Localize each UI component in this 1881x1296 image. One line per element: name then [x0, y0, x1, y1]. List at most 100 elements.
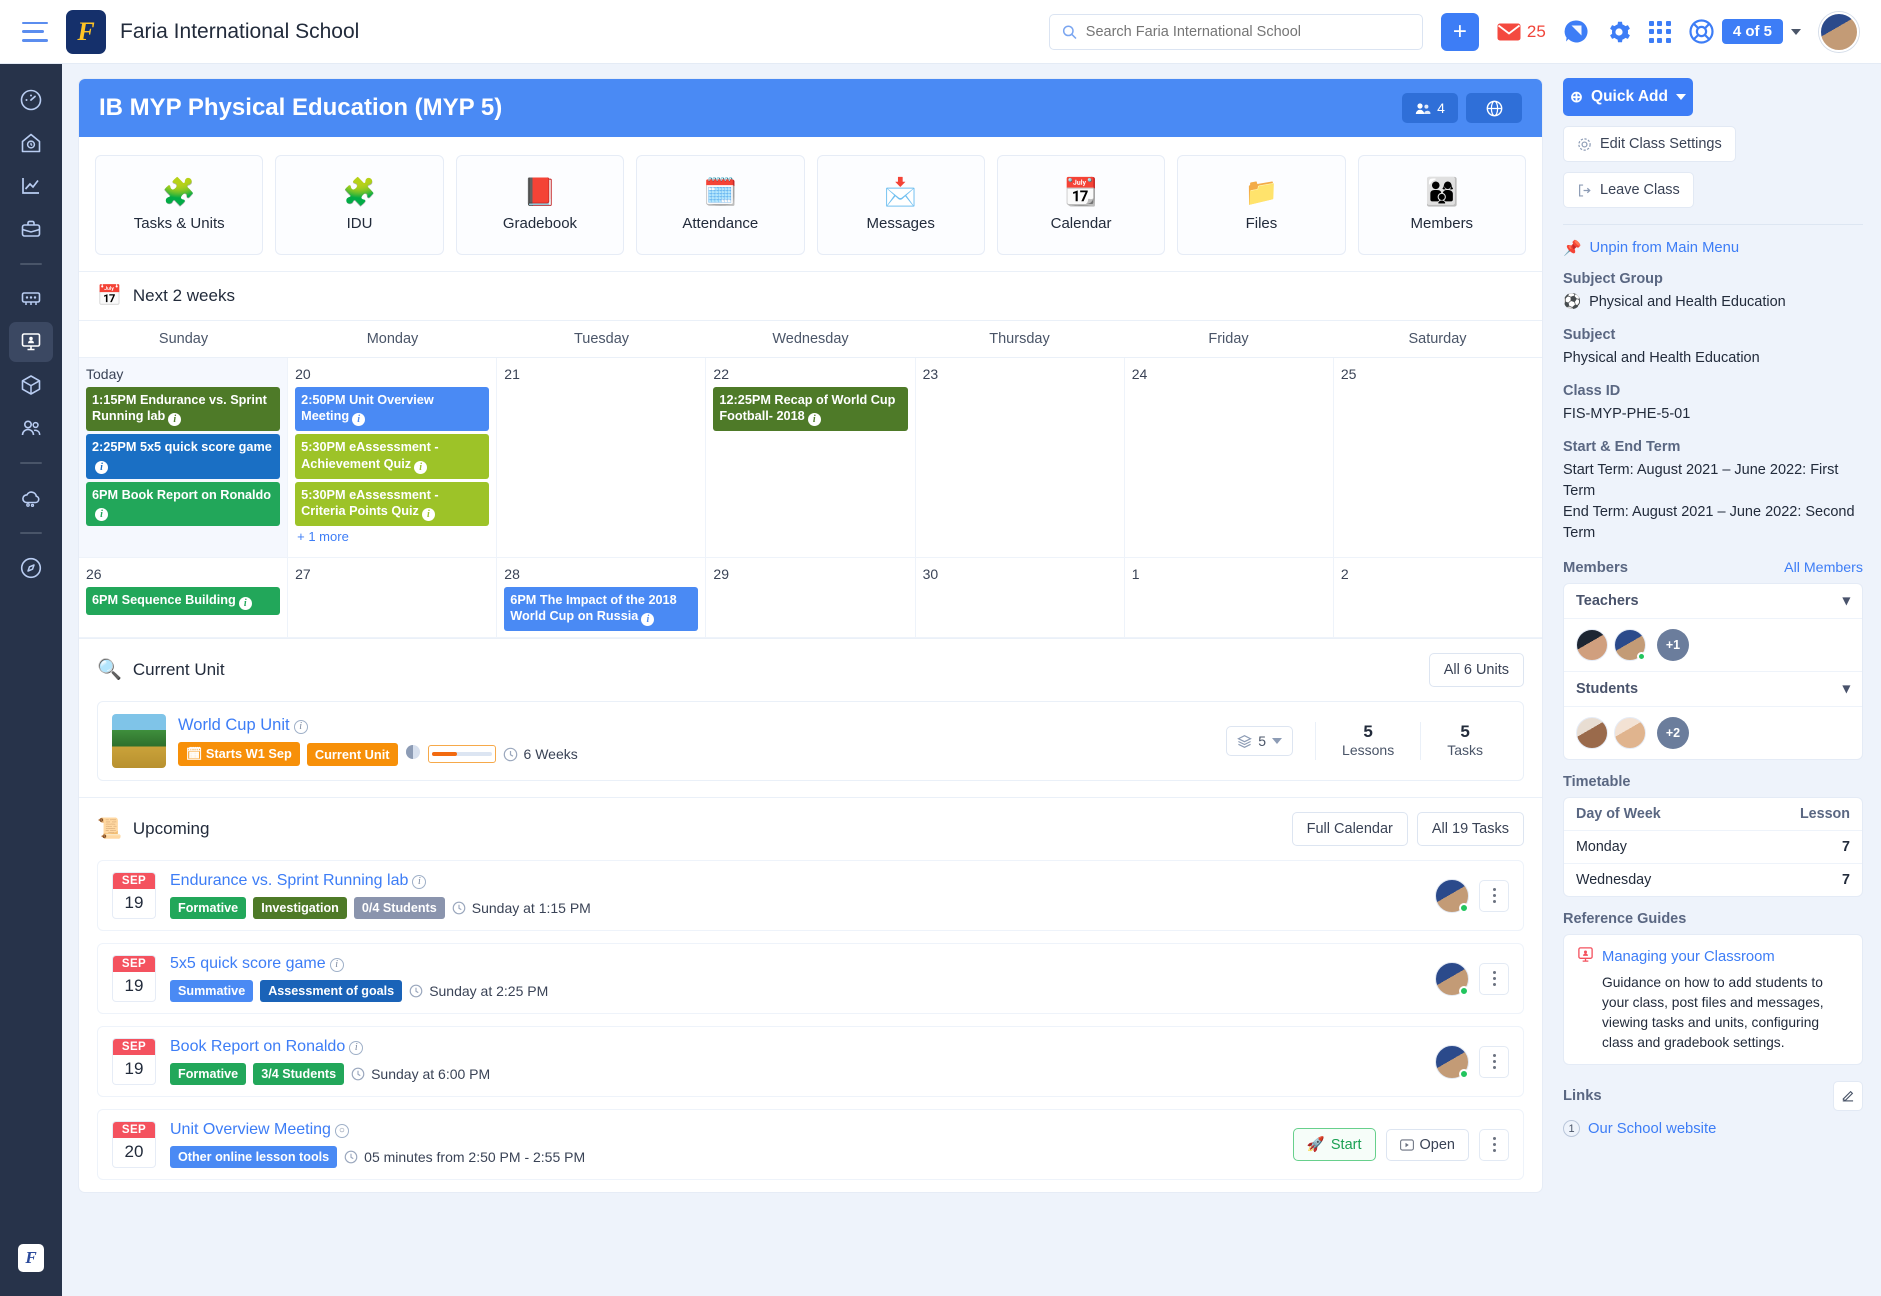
school-website-link[interactable]: 1 Our School website [1563, 1120, 1863, 1138]
search-input[interactable] [1085, 23, 1410, 40]
upcoming-task-row[interactable]: SEP 20 Unit Overview Meeting ○ Other online … [97, 1109, 1524, 1180]
full-calendar-button[interactable]: Full Calendar [1291, 812, 1408, 846]
apps-grid-icon[interactable] [1648, 20, 1671, 43]
upcoming-task-row[interactable]: SEP 19 Book Report on Ronaldo i Formative 3/4… [97, 1026, 1524, 1097]
calendar-day-cell[interactable]: 20 2:50PM Unit Overview Meeting i 5:30PM eA… [288, 358, 498, 558]
chat-button[interactable] [1564, 19, 1589, 44]
all-tasks-button[interactable]: All 19 Tasks [1416, 812, 1524, 846]
assignee-avatar[interactable] [1435, 961, 1469, 996]
calendar-day-cell[interactable]: 21 [497, 358, 707, 558]
sidebar-item-home[interactable] [9, 123, 53, 163]
sidebar-item-classes[interactable] [9, 279, 53, 319]
task-title[interactable]: Endurance vs. Sprint Running lab [170, 872, 408, 889]
module-calendar[interactable]: 📆 Calendar [996, 155, 1166, 255]
avatar[interactable] [1576, 629, 1608, 662]
sidebar-item-analytics[interactable] [9, 166, 53, 206]
module-gradebook[interactable]: 📕 Gradebook [455, 155, 625, 255]
calendar-event[interactable]: 5:30PM eAssessment - Achievement Quiz i [295, 434, 490, 479]
task-title[interactable]: Unit Overview Meeting [170, 1121, 331, 1138]
reference-guide-card[interactable]: Managing your Classroom Guidance on how … [1563, 934, 1863, 1066]
calendar-day-cell[interactable]: 23 [915, 358, 1125, 558]
info-icon[interactable]: i [293, 720, 308, 734]
calendar-day-cell[interactable]: 1 [1124, 558, 1334, 638]
sidebar-item-dashboard[interactable] [9, 80, 53, 120]
avatar[interactable] [1614, 717, 1646, 750]
messages-button[interactable]: 25 [1497, 22, 1546, 42]
calendar-day-cell[interactable]: 24 [1124, 358, 1334, 558]
sidebar-item-class-active[interactable] [9, 322, 53, 362]
members-count-chip[interactable]: 4 [1402, 93, 1458, 123]
info-icon[interactable]: i [414, 460, 428, 474]
calendar-event[interactable]: 6PM Sequence Building i [86, 587, 281, 615]
info-icon[interactable]: i [807, 413, 821, 427]
info-icon[interactable]: i [329, 958, 344, 972]
calendar-day-cell[interactable]: 2 [1333, 558, 1542, 638]
calendar-day-cell[interactable]: 28 6PM The Impact of the 2018 World Cup o… [497, 558, 707, 638]
comment-icon[interactable]: ○ [334, 1124, 349, 1138]
calendar-event[interactable]: 1:15PM Endurance vs. Sprint Running lab i [86, 387, 281, 432]
search-box[interactable] [1048, 13, 1423, 50]
row-menu-button[interactable] [1479, 879, 1509, 912]
teachers-section-header[interactable]: Teachers ▾ [1564, 584, 1862, 620]
all-members-link[interactable]: All Members [1784, 560, 1863, 576]
upcoming-task-row[interactable]: SEP 19 5x5 quick score game i Summative Asses… [97, 943, 1524, 1014]
teachers-overflow-count[interactable]: +1 [1657, 629, 1689, 662]
calendar-event[interactable]: 5:30PM eAssessment - Criteria Points Qui… [295, 481, 490, 526]
info-icon[interactable]: i [95, 460, 108, 474]
assignee-avatar[interactable] [1435, 878, 1469, 913]
module-files[interactable]: 📁 Files [1177, 155, 1346, 255]
module-tasks-units[interactable]: 🧩 Tasks & Units [95, 155, 264, 255]
calendar-day-cell[interactable]: Today 1:15PM Endurance vs. Sprint Running… [79, 358, 289, 558]
info-icon[interactable]: i [168, 413, 182, 427]
calendar-day-cell[interactable]: 25 [1333, 358, 1542, 558]
students-overflow-count[interactable]: +2 [1657, 717, 1689, 750]
quick-add-button[interactable]: ⊕ Quick Add [1563, 78, 1693, 116]
add-button[interactable]: + [1440, 12, 1479, 51]
calendar-more-link[interactable]: + 1 more [295, 529, 489, 544]
module-attendance[interactable]: 🗓️ Attendance [636, 155, 805, 255]
chevron-down-icon[interactable]: ▾ [1843, 681, 1850, 697]
all-units-button[interactable]: All 6 Units [1428, 653, 1524, 687]
info-icon[interactable]: i [95, 507, 108, 521]
calendar-day-cell[interactable]: 22 12:25PM Recap of World Cup Football- 2… [706, 358, 916, 558]
edit-links-button[interactable] [1833, 1081, 1863, 1112]
unpin-link[interactable]: 📌 Unpin from Main Menu [1563, 239, 1863, 257]
chevron-down-icon[interactable] [1791, 28, 1801, 35]
avatar[interactable] [1576, 717, 1608, 750]
lesson-count-dropdown[interactable]: 5 [1226, 726, 1294, 756]
module-messages[interactable]: 📩 Messages [816, 155, 985, 255]
faria-logo-icon[interactable]: F [66, 9, 106, 54]
calendar-day-cell[interactable]: 27 [288, 558, 498, 638]
calendar-event[interactable]: 2:50PM Unit Overview Meeting i [295, 387, 490, 432]
open-button[interactable]: Open [1385, 1128, 1469, 1161]
start-button[interactable]: 🚀 Start [1292, 1128, 1376, 1161]
unit-title[interactable]: World Cup Unit [178, 716, 290, 734]
calendar-day-cell[interactable]: 26 6PM Sequence Building i [79, 558, 289, 638]
info-icon[interactable]: i [238, 597, 252, 610]
sidebar-item-briefcase[interactable] [9, 209, 53, 249]
calendar-event[interactable]: 12:25PM Recap of World Cup Football- 201… [713, 387, 908, 432]
chevron-down-icon[interactable] [1675, 94, 1686, 100]
calendar-event[interactable]: 6PM Book Report on Ronaldo i [86, 481, 281, 526]
unit-row[interactable]: World Cup Unit i 🗓 Starts W1 Sep Current … [97, 701, 1524, 781]
info-icon[interactable]: i [421, 507, 435, 521]
settings-button[interactable] [1607, 20, 1631, 44]
upcoming-task-row[interactable]: SEP 19 Endurance vs. Sprint Running lab i Fo… [97, 860, 1524, 931]
info-icon[interactable]: i [349, 1041, 364, 1055]
module-idu[interactable]: 🧩 IDU [275, 155, 444, 255]
sidebar-item-explore[interactable] [9, 548, 53, 588]
reference-guide-title[interactable]: Managing your Classroom [1602, 949, 1775, 965]
info-icon[interactable]: i [641, 613, 655, 627]
task-title[interactable]: Book Report on Ronaldo [170, 1038, 345, 1055]
row-menu-button[interactable] [1479, 962, 1509, 995]
edit-class-settings-button[interactable]: Edit Class Settings [1563, 126, 1736, 162]
leave-class-button[interactable]: Leave Class [1563, 172, 1694, 208]
calendar-event[interactable]: 2:25PM 5x5 quick score game i [86, 434, 281, 479]
assignee-avatar[interactable] [1435, 1044, 1469, 1079]
calendar-day-cell[interactable]: 29 [706, 558, 916, 638]
calendar-day-cell[interactable]: 30 [915, 558, 1125, 638]
help-menu[interactable]: 4 of 5 [1689, 19, 1801, 44]
row-menu-button[interactable] [1479, 1128, 1509, 1161]
faria-rail-logo[interactable]: F [9, 1238, 53, 1278]
globe-chip[interactable] [1466, 93, 1522, 123]
